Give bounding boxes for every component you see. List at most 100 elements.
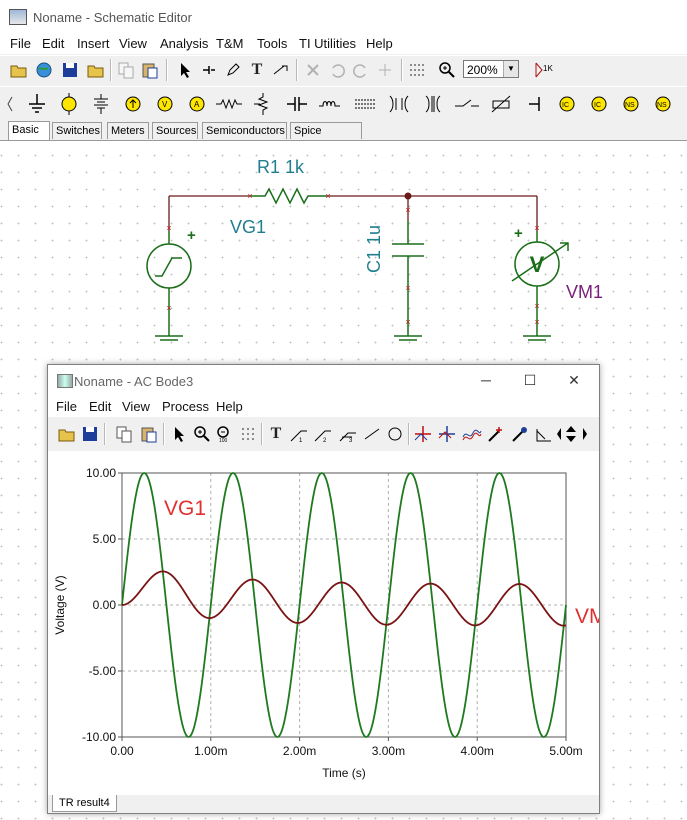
potentiometer-icon[interactable] <box>248 90 278 118</box>
resistor-r1-symbol <box>250 187 328 205</box>
maximize-icon[interactable]: ☐ <box>520 370 540 390</box>
save-icon[interactable] <box>79 423 101 445</box>
probe-icon[interactable] <box>509 423 531 445</box>
add-marker-icon[interactable] <box>485 423 507 445</box>
menu-item-file[interactable]: File <box>10 36 31 51</box>
chevron-right-icon[interactable] <box>579 423 591 445</box>
tab-basic[interactable]: Basic <box>8 121 50 140</box>
menu-item-process[interactable]: Process <box>162 399 209 414</box>
menu-item-analysis[interactable]: Analysis <box>160 36 208 51</box>
menu-item-edit[interactable]: Edit <box>42 36 64 51</box>
voltmeter-icon[interactable]: V <box>150 90 180 118</box>
grid-icon[interactable] <box>406 59 428 81</box>
label-1-icon[interactable]: 1 <box>288 423 310 445</box>
menu-item-tools[interactable]: Tools <box>257 36 287 51</box>
transient-chart[interactable]: 0.00 1.00m 2.00m 3.00m 4.00m 5.00m 10.00 5.00 0.… <box>48 451 618 795</box>
waves-icon[interactable] <box>461 423 483 445</box>
pencil-icon[interactable] <box>222 59 244 81</box>
open-folder-icon[interactable] <box>8 59 30 81</box>
globe-icon[interactable] <box>33 59 55 81</box>
circle-tool-icon[interactable] <box>384 423 406 445</box>
delete-icon[interactable] <box>302 59 324 81</box>
y-axis-title: Voltage (V) <box>53 575 67 634</box>
zoom-in-icon[interactable] <box>191 423 213 445</box>
menu-item-t-m[interactable]: T&M <box>216 36 243 51</box>
plot-area[interactable]: 0.00 1.00m 2.00m 3.00m 4.00m 5.00m 10.00 5.00 0.… <box>48 451 618 795</box>
chevron-left-icon[interactable] <box>4 93 16 115</box>
zoom-100-icon[interactable]: 100 <box>214 423 236 445</box>
ground-vm1 <box>523 335 551 341</box>
tab-spice-macros[interactable]: Spice Macros <box>290 122 362 153</box>
paste-icon[interactable] <box>139 59 161 81</box>
ic-current-icon[interactable]: IC <box>584 90 614 118</box>
step-line-icon[interactable] <box>533 423 555 445</box>
menu-item-insert[interactable]: Insert <box>77 36 110 51</box>
menu-item-file[interactable]: File <box>56 399 77 414</box>
component-property-icon[interactable]: 1K <box>532 59 554 81</box>
grid-icon[interactable] <box>238 423 260 445</box>
label-3-icon[interactable]: 3 <box>337 423 359 445</box>
paste-icon[interactable] <box>138 423 160 445</box>
menu-item-help[interactable]: Help <box>366 36 393 51</box>
redo-icon[interactable] <box>350 59 372 81</box>
coupled-inductor-icon[interactable] <box>418 90 448 118</box>
zoom-icon[interactable] <box>436 59 458 81</box>
undo-icon[interactable] <box>326 59 348 81</box>
capacitor-icon[interactable] <box>282 90 312 118</box>
tab-meters[interactable]: Meters <box>107 122 149 139</box>
junction-icon[interactable] <box>374 59 396 81</box>
cursor-a-icon[interactable] <box>412 423 434 445</box>
toolbar-separator <box>163 423 165 445</box>
window-title: Noname - Schematic Editor <box>33 10 192 25</box>
select-arrow-icon[interactable] <box>174 59 196 81</box>
svg-text:3: 3 <box>349 438 353 443</box>
ns-source-icon[interactable]: NS <box>616 90 646 118</box>
open-file-icon[interactable] <box>85 59 107 81</box>
wire-tool-icon[interactable] <box>198 59 220 81</box>
menu-item-ti-utilities[interactable]: TI Utilities <box>299 36 356 51</box>
copy-icon[interactable] <box>113 423 135 445</box>
terminal-icon[interactable] <box>520 90 550 118</box>
varistor-icon[interactable] <box>486 90 516 118</box>
ic-source-icon[interactable]: IC <box>552 90 582 118</box>
component-category-tabs: Basic Switches Meters Sources Semiconductors… <box>0 120 687 153</box>
crystal-icon[interactable] <box>384 90 414 118</box>
switch-icon[interactable] <box>452 90 482 118</box>
minimize-icon[interactable]: ─ <box>476 370 496 390</box>
zoom-select[interactable]: 200% ▼ <box>463 60 519 78</box>
copy-icon[interactable] <box>115 59 137 81</box>
zoom-value: 200% <box>467 63 498 77</box>
select-arrow-icon[interactable] <box>168 423 190 445</box>
tab-sources[interactable]: Sources <box>152 122 198 139</box>
text-tool-icon[interactable]: T <box>265 423 287 445</box>
save-icon[interactable] <box>59 59 81 81</box>
label-2-icon[interactable]: 2 <box>312 423 334 445</box>
resistor-icon[interactable] <box>214 90 244 118</box>
spin-updown-icon[interactable] <box>563 423 579 445</box>
transformer-icon[interactable] <box>350 90 380 118</box>
svg-text:×: × <box>534 317 539 327</box>
label-tool-icon[interactable] <box>270 59 292 81</box>
open-folder-icon[interactable] <box>56 423 78 445</box>
menu-item-view[interactable]: View <box>119 36 147 51</box>
battery-icon[interactable] <box>86 90 116 118</box>
toolbar-separator <box>401 59 403 81</box>
ns-current-icon[interactable]: NS <box>648 90 678 118</box>
text-tool-icon[interactable]: T <box>246 59 268 81</box>
voltage-source-icon[interactable] <box>54 90 84 118</box>
inductor-icon[interactable] <box>316 90 346 118</box>
ground-icon[interactable] <box>22 90 52 118</box>
menu-item-view[interactable]: View <box>122 399 150 414</box>
bode-window[interactable]: Noname - AC Bode3 ─ ☐ ✕ File Edit View Proc… <box>47 364 618 814</box>
cursor-b-icon[interactable] <box>436 423 458 445</box>
current-source-icon[interactable] <box>118 90 148 118</box>
line-tool-icon[interactable] <box>361 423 383 445</box>
tab-switches[interactable]: Switches <box>52 122 102 139</box>
menu-item-edit[interactable]: Edit <box>89 399 111 414</box>
chevron-down-icon[interactable]: ▼ <box>503 61 518 77</box>
close-icon[interactable]: ✕ <box>564 370 584 390</box>
menu-item-help[interactable]: Help <box>216 399 243 414</box>
tab-semiconductors[interactable]: Semiconductors <box>202 122 287 139</box>
result-tab[interactable]: TR result4 <box>52 795 117 812</box>
ammeter-icon[interactable]: A <box>182 90 212 118</box>
